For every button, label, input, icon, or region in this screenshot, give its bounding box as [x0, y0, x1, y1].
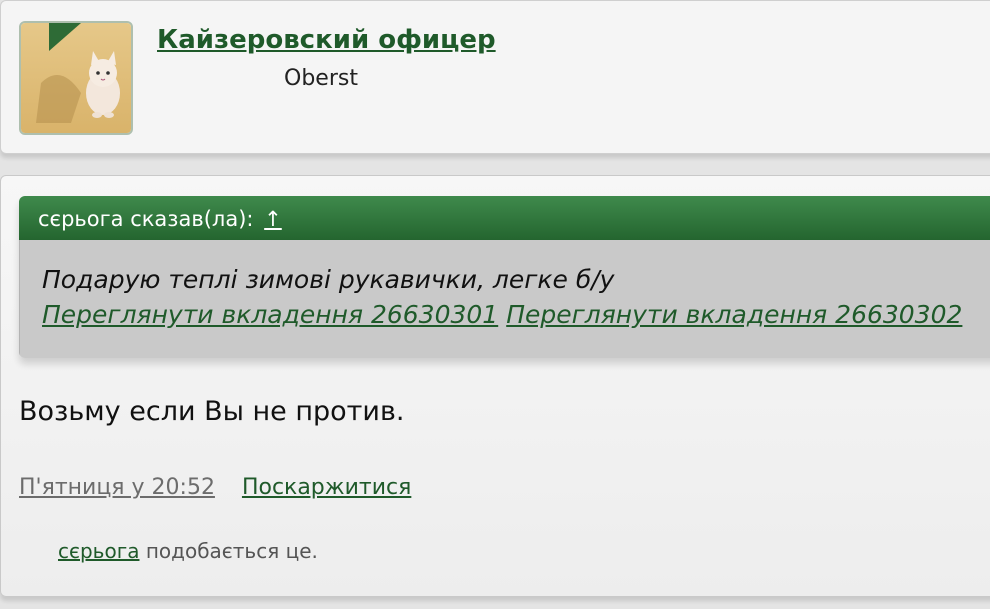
- user-info-card: Кайзеровский офицер Oberst: [0, 0, 990, 154]
- user-name-link[interactable]: Кайзеровский офицер: [157, 25, 496, 55]
- post-meta: П'ятниця у 20:52 Поскаржитися: [19, 475, 411, 500]
- quote-text: Подарую теплі зимові рукавички, легке б/…: [42, 265, 615, 294]
- post-message: Возьму если Вы не против.: [19, 396, 405, 427]
- attachment-link-1[interactable]: Переглянути вкладення 26630301: [42, 300, 498, 329]
- jump-to-quote-arrow-icon[interactable]: ↑: [264, 207, 282, 231]
- likes-summary: сєрьога подобається це.: [58, 539, 318, 563]
- quote-block: сєрьога сказав(ла): ↑ Подарую теплі зимо…: [19, 196, 990, 358]
- post-date-link[interactable]: П'ятниця у 20:52: [19, 475, 215, 500]
- quote-header: сєрьога сказав(ла): ↑: [19, 196, 990, 240]
- avatar[interactable]: [19, 21, 133, 135]
- likes-suffix: подобається це.: [139, 539, 318, 563]
- quote-attachments: Переглянути вкладення 26630301 Переглянут…: [42, 300, 970, 329]
- quote-author-line: сєрьога сказав(ла):: [38, 207, 254, 231]
- report-link[interactable]: Поскаржитися: [242, 475, 411, 500]
- liker-link[interactable]: сєрьога: [58, 539, 139, 563]
- attachment-link-2[interactable]: Переглянути вкладення 26630302: [506, 300, 962, 329]
- user-title: Oberst: [284, 66, 358, 91]
- post-card: сєрьога сказав(ла): ↑ Подарую теплі зимо…: [0, 175, 990, 597]
- cat-avatar-icon: [21, 23, 131, 133]
- quote-body: Подарую теплі зимові рукавички, легке б/…: [19, 240, 990, 358]
